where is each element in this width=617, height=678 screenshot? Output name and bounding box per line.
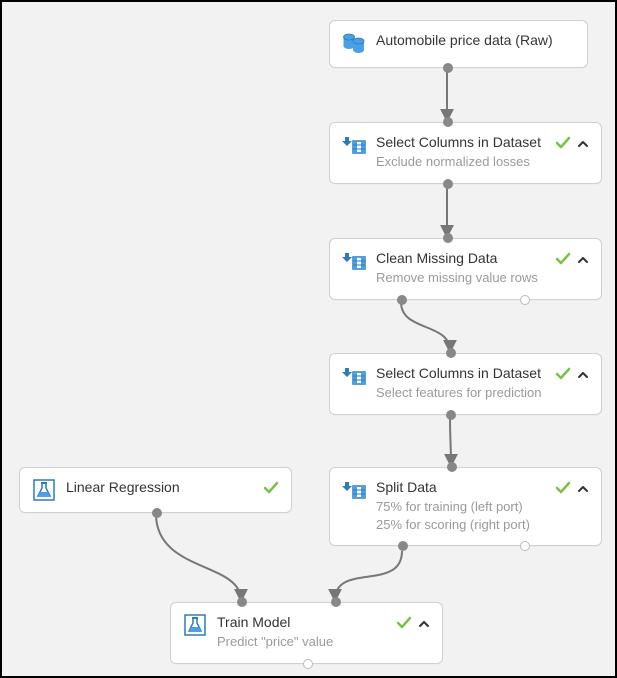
input-port-right[interactable]: [331, 597, 341, 607]
chevron-up-icon[interactable]: [577, 137, 589, 155]
input-port[interactable]: [443, 117, 453, 127]
select-columns-icon: [342, 249, 366, 273]
output-port-1[interactable]: [397, 295, 407, 305]
node-subtitle: Select features for prediction: [376, 384, 545, 402]
node-title: Select Columns in Dataset: [376, 364, 545, 382]
model-flask-icon: [183, 613, 207, 637]
output-port-2[interactable]: [520, 295, 530, 305]
node-subtitle: 75% for training (left port) 25% for sco…: [376, 498, 545, 533]
node-title: Split Data: [376, 478, 545, 496]
node-title: Train Model: [217, 613, 386, 631]
checkmark-icon: [555, 135, 571, 156]
output-port[interactable]: [443, 63, 453, 73]
chevron-up-icon[interactable]: [418, 617, 430, 635]
node-train-model[interactable]: Train Model Predict "price" value: [170, 602, 443, 664]
output-port[interactable]: [446, 410, 456, 420]
model-flask-icon: [32, 478, 56, 502]
node-subtitle: Remove missing value rows: [376, 269, 545, 287]
output-port[interactable]: [443, 179, 453, 189]
checkmark-icon: [555, 480, 571, 501]
input-port-left[interactable]: [237, 597, 247, 607]
checkmark-icon: [555, 366, 571, 387]
input-port[interactable]: [446, 348, 456, 358]
select-columns-icon: [342, 133, 366, 157]
select-columns-icon: [342, 364, 366, 388]
chevron-up-icon[interactable]: [577, 482, 589, 500]
checkmark-icon: [263, 480, 279, 501]
input-port[interactable]: [447, 462, 457, 472]
chevron-up-icon[interactable]: [577, 368, 589, 386]
input-port[interactable]: [443, 233, 453, 243]
connectors-layer: [2, 2, 615, 676]
node-select-columns-1[interactable]: Select Columns in Dataset Exclude normal…: [329, 122, 602, 184]
dataset-icon: [342, 31, 366, 55]
node-subtitle: Exclude normalized losses: [376, 153, 545, 171]
output-port-left[interactable]: [398, 541, 408, 551]
select-columns-icon: [342, 478, 366, 502]
node-split-data[interactable]: Split Data 75% for training (left port) …: [329, 467, 602, 546]
node-subtitle: Predict "price" value: [217, 633, 386, 651]
output-port[interactable]: [303, 659, 313, 669]
node-select-columns-2[interactable]: Select Columns in Dataset Select feature…: [329, 353, 602, 415]
checkmark-icon: [555, 251, 571, 272]
node-title: Select Columns in Dataset: [376, 133, 545, 151]
checkmark-icon: [396, 615, 412, 636]
chevron-up-icon[interactable]: [577, 253, 589, 271]
node-clean-missing-data[interactable]: Clean Missing Data Remove missing value …: [329, 238, 602, 300]
output-port-right[interactable]: [520, 541, 530, 551]
node-data-source[interactable]: Automobile price data (Raw): [329, 20, 588, 68]
output-port[interactable]: [152, 508, 162, 518]
node-linear-regression[interactable]: Linear Regression: [19, 467, 292, 513]
node-title: Clean Missing Data: [376, 249, 545, 267]
pipeline-canvas[interactable]: Automobile price data (Raw) Select Colum…: [2, 2, 615, 676]
node-title: Automobile price data (Raw): [376, 31, 575, 49]
node-title: Linear Regression: [66, 478, 253, 496]
